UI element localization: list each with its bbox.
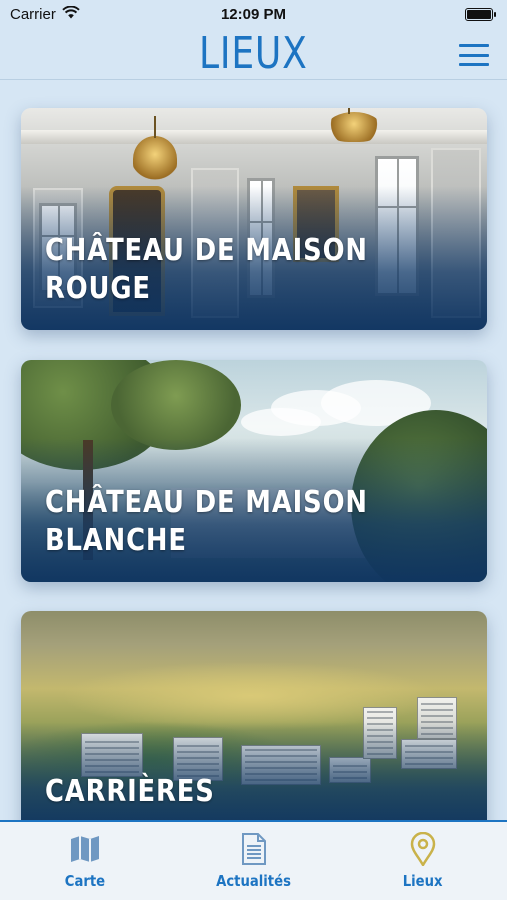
tab-actualites[interactable]: Actualités [189,832,319,890]
status-left: Carrier [10,5,80,23]
place-title: CHÂTEAU DE MAISON BLANCHE [45,485,368,558]
location-pin-icon [406,832,440,866]
page-title: LIEUX [199,27,308,79]
tab-bar: Carte Actualités Lieux [0,820,507,900]
navigation-header: LIEUX [0,28,507,80]
hamburger-menu-icon[interactable] [459,44,489,66]
status-bar: Carrier 12:09 PM [0,0,507,28]
tab-label: Lieux [402,872,443,890]
tab-label: Actualités [216,872,291,890]
wifi-icon [62,5,80,23]
map-icon [68,832,102,866]
place-title: CARRIÈRES [45,774,215,809]
place-card-maison-rouge[interactable]: CHÂTEAU DE MAISON ROUGE [21,108,487,330]
tab-lieux[interactable]: Lieux [358,832,488,890]
carrier-label: Carrier [10,5,56,23]
tab-label: Carte [64,872,105,890]
place-card-maison-blanche[interactable]: CHÂTEAU DE MAISON BLANCHE [21,360,487,582]
battery-icon [465,7,496,21]
tab-carte[interactable]: Carte [20,832,150,890]
place-title: CHÂTEAU DE MAISON ROUGE [45,233,368,306]
document-icon [237,832,271,866]
place-card-carrieres[interactable]: CARRIÈRES [21,611,487,820]
places-list[interactable]: CHÂTEAU DE MAISON ROUGE CHÂTEAU DE MAISO… [0,80,507,820]
